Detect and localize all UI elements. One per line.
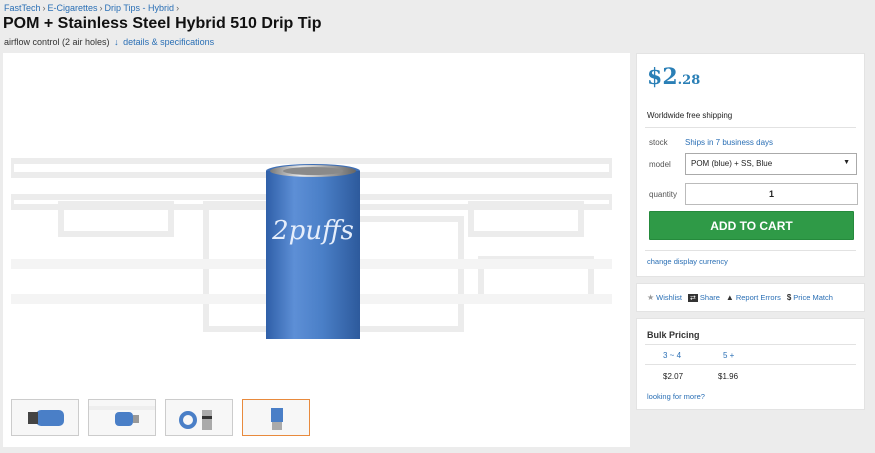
stock-value: Ships in 7 business days xyxy=(685,138,774,147)
thumbnail-2[interactable] xyxy=(88,399,156,436)
dollar-icon: $ xyxy=(786,293,792,302)
warning-icon: ▲ xyxy=(725,293,734,302)
breadcrumb-separator: › xyxy=(42,3,46,13)
breadcrumb-separator: › xyxy=(176,3,180,13)
breadcrumb-separator: › xyxy=(99,3,103,13)
share-icon: ⇄ xyxy=(688,293,698,302)
report-errors-action[interactable]: ▲ Report Errors xyxy=(726,293,781,302)
divider xyxy=(645,250,856,251)
add-to-cart-button[interactable]: ADD TO CART xyxy=(649,211,854,240)
price-whole: 2 xyxy=(662,64,678,90)
shipping-note: Worldwide free shipping xyxy=(647,111,733,120)
details-specifications-link[interactable]: details & specifications xyxy=(123,37,214,47)
down-arrow-icon: ↓ xyxy=(114,37,119,47)
thumbnail-image xyxy=(28,410,64,426)
breadcrumb-fasttech[interactable]: FastTech xyxy=(4,3,41,13)
thumbnail-1[interactable] xyxy=(11,399,79,436)
looking-for-more-link[interactable]: looking for more? xyxy=(647,392,705,401)
share-action[interactable]: ⇄ Share xyxy=(688,293,720,302)
wishlist-action[interactable]: ★ Wishlist xyxy=(647,293,682,302)
thumbnail-image xyxy=(179,410,212,430)
model-selected-value: POM (blue) + SS, Blue xyxy=(691,159,773,168)
order-panel: $2.28 Worldwide free shipping stock Ship… xyxy=(636,53,865,277)
action-links: ★ Wishlist ⇄ Share ▲ Report Errors $ Pri… xyxy=(647,293,833,302)
thumbnail-3[interactable] xyxy=(165,399,233,436)
caret-down-icon: ▼ xyxy=(843,159,850,166)
actions-panel: ★ Wishlist ⇄ Share ▲ Report Errors $ Pri… xyxy=(636,283,865,312)
bulk-quantity-tier-1: 3 ~ 4 xyxy=(663,351,682,360)
change-currency-link[interactable]: change display currency xyxy=(647,257,728,266)
subtitle-text: airflow control (2 air holes) xyxy=(4,37,110,47)
quantity-label: quantity xyxy=(649,190,678,199)
bulk-pricing-panel: Bulk Pricing 3 ~ 4 5 + $2.07 $1.96 looki… xyxy=(636,318,865,410)
wishlist-label: Wishlist xyxy=(656,293,683,302)
price-symbol: $ xyxy=(647,64,663,90)
share-label: Share xyxy=(699,293,720,302)
svg-text:2puffs: 2puffs xyxy=(271,216,354,246)
star-icon: ★ xyxy=(647,293,655,302)
price-cents: .28 xyxy=(677,73,701,88)
page-title: POM + Stainless Steel Hybrid 510 Drip Ti… xyxy=(3,15,322,32)
price-match-action[interactable]: $ Price Match xyxy=(787,293,833,302)
bulk-price-tier-2: $1.96 xyxy=(718,372,739,381)
divider xyxy=(645,127,856,128)
thumbnail-4-active[interactable] xyxy=(242,399,310,436)
price: $2.28 xyxy=(647,64,700,90)
bulk-price-tier-1: $2.07 xyxy=(663,372,684,381)
main-product-image[interactable]: 2puffs xyxy=(11,109,612,339)
model-label: model xyxy=(649,160,671,169)
product-gallery: 2puffs xyxy=(3,53,630,447)
divider xyxy=(645,364,856,365)
divider xyxy=(645,344,856,345)
bulk-pricing-title: Bulk Pricing xyxy=(647,330,700,340)
breadcrumb: FastTech › E-Cigarettes › Drip Tips - Hybrid… xyxy=(4,3,181,13)
quantity-input[interactable]: 1 xyxy=(685,183,858,205)
price-match-label: Price Match xyxy=(793,293,833,302)
bulk-quantity-tier-2: 5 + xyxy=(723,351,735,360)
report-errors-label: Report Errors xyxy=(735,293,781,302)
breadcrumb-drip-tips-hybrid[interactable]: Drip Tips - Hybrid xyxy=(105,3,175,13)
thumbnail-image xyxy=(89,406,155,426)
breadcrumb-e-cigarettes[interactable]: E-Cigarettes xyxy=(48,3,98,13)
stock-label: stock xyxy=(649,138,668,147)
thumbnail-image xyxy=(271,408,283,430)
model-select[interactable]: POM (blue) + SS, Blue ▼ xyxy=(685,153,857,175)
drip-tip-photo: 2puffs xyxy=(11,158,612,339)
product-subtitle: airflow control (2 air holes) ↓ details … xyxy=(4,37,214,47)
